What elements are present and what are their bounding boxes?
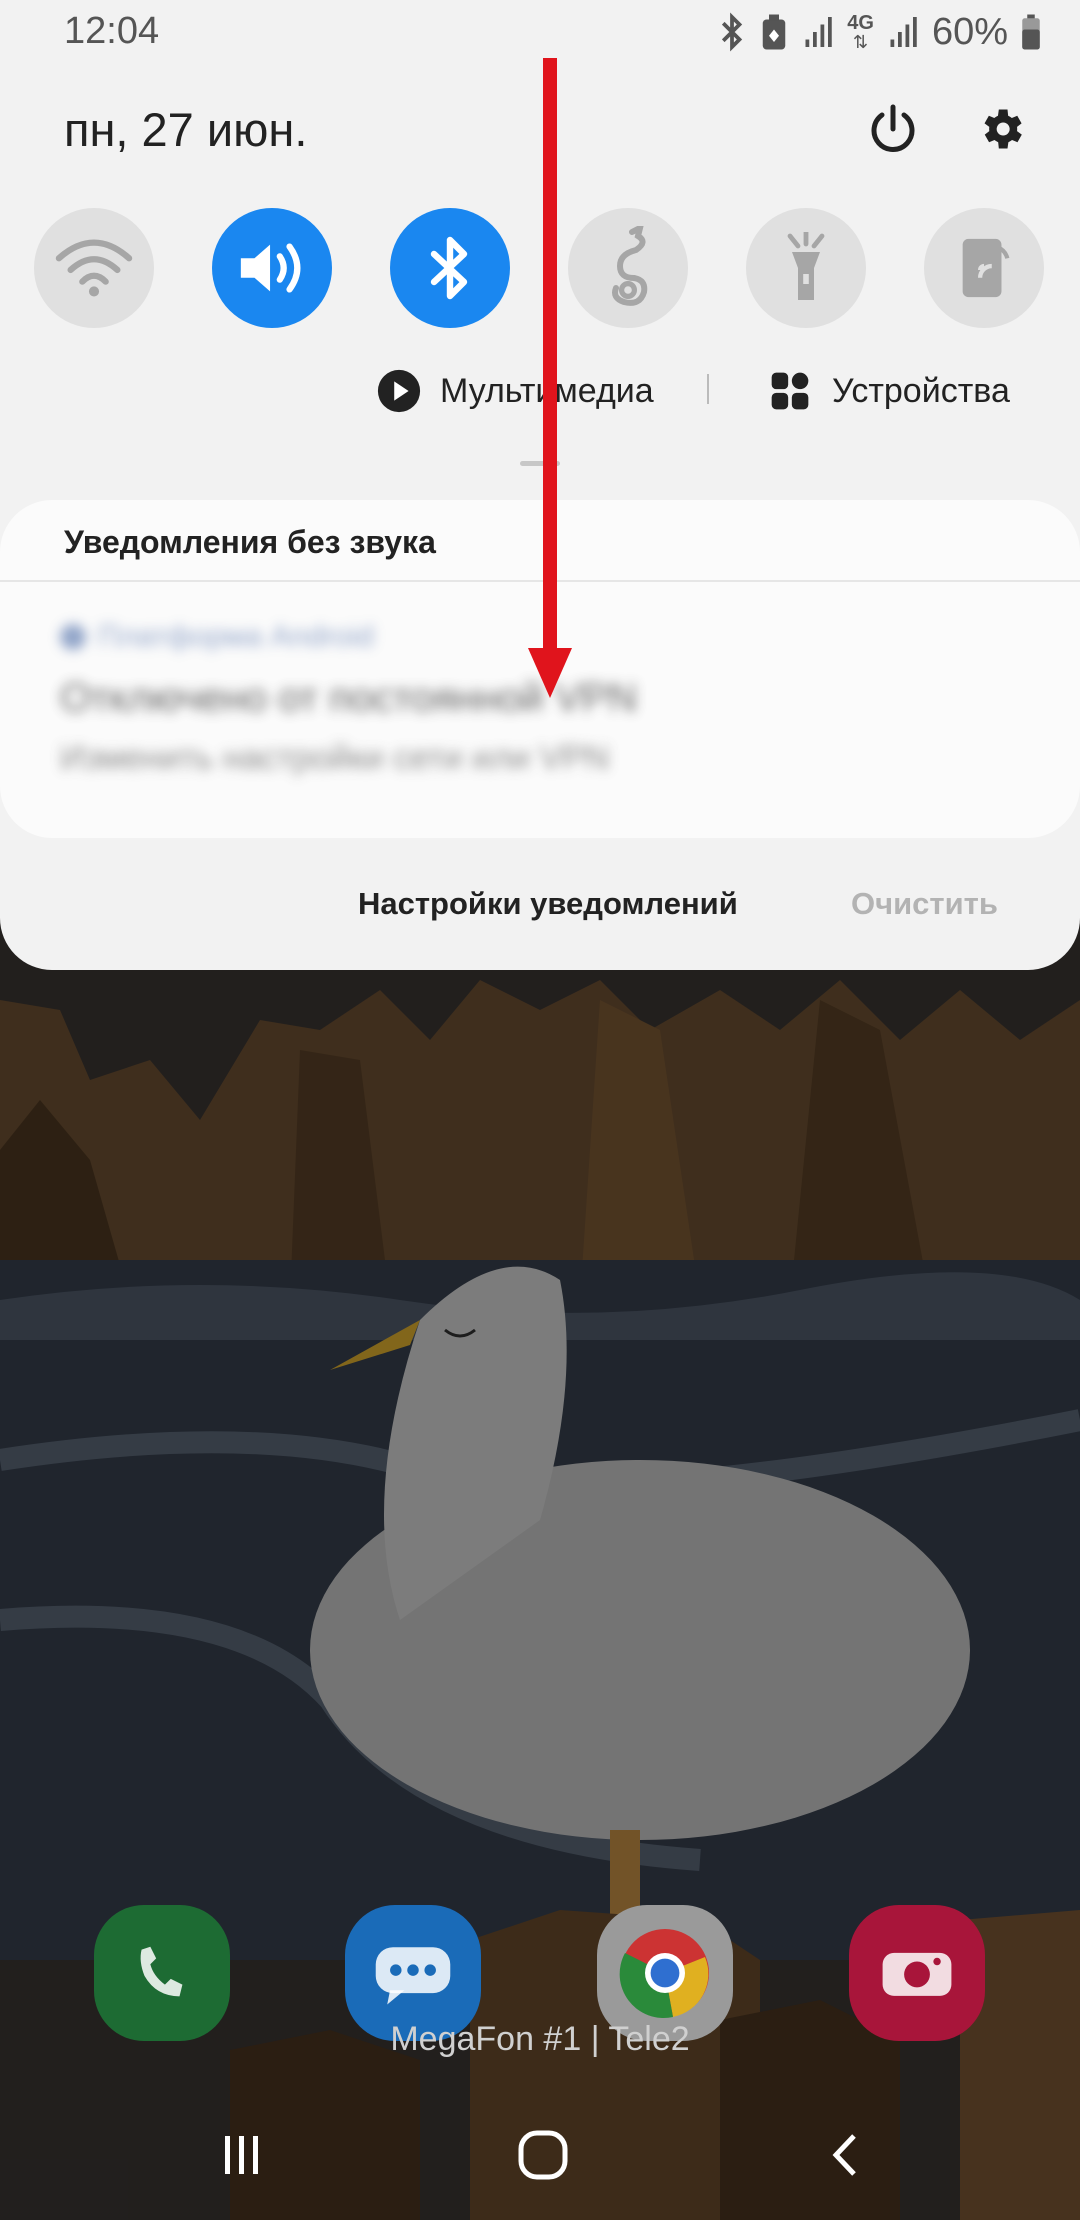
wifi-icon — [55, 239, 133, 297]
silent-notifications-heading: Уведомления без звука — [64, 524, 436, 560]
devices-label: Устройства — [832, 371, 1010, 410]
dragon-tile[interactable] — [568, 208, 688, 328]
carrier-label: MegaFon #1 | Tele2 — [390, 2020, 690, 2058]
flashlight-tile[interactable] — [746, 208, 866, 328]
clear-button[interactable]: Очистить — [851, 886, 998, 922]
battery-percent: 60% — [931, 10, 1008, 53]
network-type-label: 4G — [847, 12, 874, 34]
devices-icon — [771, 372, 809, 410]
notification-app-row: Платформа Android — [60, 620, 960, 654]
bluetooth-icon — [430, 236, 468, 300]
phone-cast-icon — [962, 238, 1010, 298]
battery-saver-icon — [763, 14, 786, 50]
phone-cast-tile[interactable] — [924, 208, 1044, 328]
annotation-arrow — [528, 58, 572, 698]
volume-icon — [240, 243, 301, 293]
signal-icon-2 — [890, 17, 917, 47]
home-icon — [518, 2130, 568, 2180]
notification-app-name: Платформа Android — [98, 620, 374, 653]
bluetooth-tile[interactable] — [390, 208, 510, 328]
play-icon — [377, 369, 421, 413]
data-arrows-icon: ⇅ — [853, 32, 869, 52]
recents-icon — [225, 2136, 258, 2174]
home-button[interactable] — [493, 2120, 593, 2190]
battery-icon — [1022, 14, 1040, 50]
date-label: пн, 27 июн. — [64, 103, 308, 156]
sound-tile[interactable] — [212, 208, 332, 328]
notification-settings-button[interactable]: Настройки уведомлений — [358, 886, 738, 922]
power-button[interactable] — [860, 96, 926, 162]
notification-text: Изменить настройки сети или VPN — [60, 739, 610, 777]
power-icon — [871, 104, 915, 152]
media-row-separator — [707, 374, 709, 404]
vpn-notification[interactable]: Платформа Android Отключено от постоянно… — [60, 620, 960, 778]
back-icon — [832, 2134, 856, 2176]
media-button[interactable]: Мультимедиа — [376, 366, 654, 416]
wifi-tile[interactable] — [34, 208, 154, 328]
status-time: 12:04 — [64, 10, 160, 52]
back-button[interactable] — [797, 2120, 897, 2190]
recents-button[interactable] — [192, 2120, 292, 2190]
dragon-icon — [612, 226, 648, 306]
notification-title: Отключено от постоянной VPN — [60, 676, 637, 720]
4g-data-icon: 4G ⇅ — [847, 13, 874, 51]
flashlight-icon — [787, 232, 825, 300]
devices-button[interactable]: Устройства — [768, 366, 1010, 416]
bluetooth-status-icon — [722, 12, 743, 52]
android-icon — [60, 624, 86, 650]
signal-icon — [805, 17, 832, 47]
status-icons: 4G ⇅ 60% — [717, 8, 1042, 56]
gear-icon — [984, 109, 1022, 149]
settings-button[interactable] — [968, 96, 1034, 162]
